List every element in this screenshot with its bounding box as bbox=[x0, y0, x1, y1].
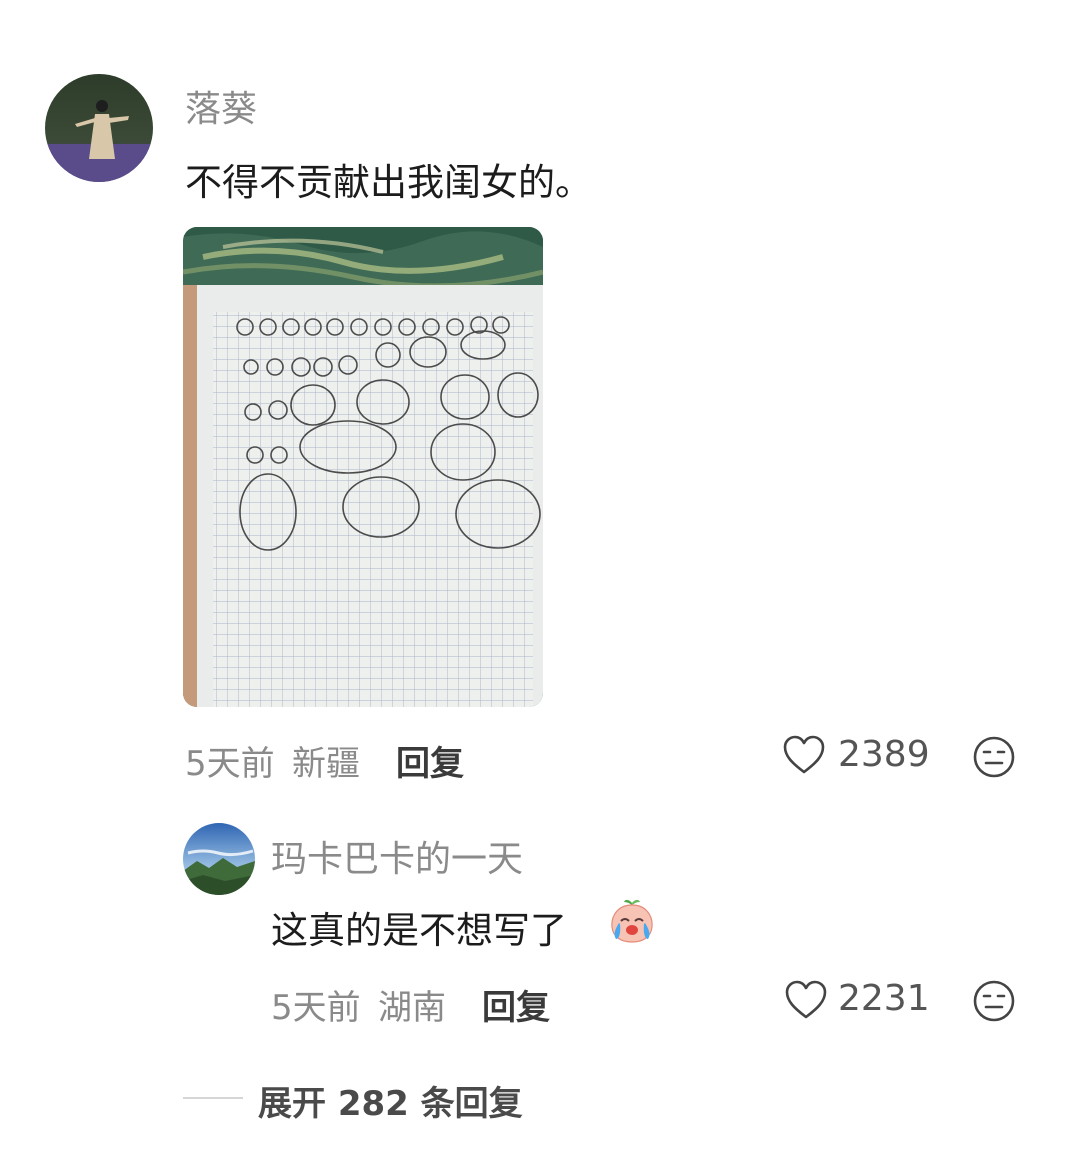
comment-image[interactable] bbox=[183, 227, 543, 707]
heart-icon[interactable] bbox=[782, 734, 826, 776]
comment-time: 5天前 bbox=[185, 744, 275, 784]
comment-location: 新疆 bbox=[292, 744, 360, 784]
replier-username[interactable]: 玛卡巴卡的一天 bbox=[271, 830, 523, 882]
heart-icon[interactable] bbox=[784, 979, 828, 1021]
neutral-face-icon[interactable] bbox=[972, 735, 1016, 779]
comment-text: 不得不贡献出我闺女的。 bbox=[185, 161, 592, 204]
reply-text: 这真的是不想写了 bbox=[271, 909, 567, 952]
comment-reply-button[interactable]: 回复 bbox=[396, 736, 464, 785]
expand-replies-button[interactable]: 展开 282 条回复 bbox=[258, 1076, 523, 1125]
reply-time: 5天前 bbox=[271, 988, 361, 1028]
crying-peach-emoji bbox=[607, 897, 657, 945]
commenter-avatar[interactable] bbox=[45, 74, 153, 182]
replier-avatar[interactable] bbox=[183, 823, 255, 895]
comment-like-count: 2389 bbox=[838, 734, 930, 775]
reply-like-count: 2231 bbox=[838, 978, 930, 1019]
reply-location: 湖南 bbox=[378, 988, 446, 1028]
reply-reply-button[interactable]: 回复 bbox=[482, 980, 550, 1029]
expand-divider-line bbox=[183, 1097, 243, 1099]
commenter-username[interactable]: 落葵 bbox=[185, 80, 257, 132]
neutral-face-icon[interactable] bbox=[972, 979, 1016, 1023]
